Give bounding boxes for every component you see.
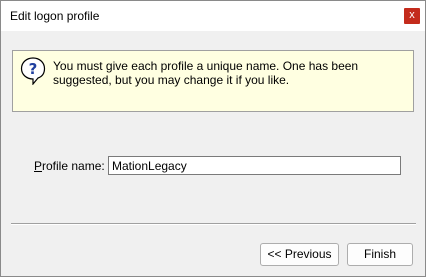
info-message: You must give each profile a unique name… (53, 59, 359, 87)
info-panel: ? You must give each profile a unique na… (12, 50, 414, 112)
title-bar: Edit logon profile x (1, 1, 425, 31)
svg-text:?: ? (29, 60, 38, 78)
profile-name-label-text: rofile name: (42, 159, 105, 173)
profile-name-label: Profile name: (34, 159, 105, 173)
profile-name-label-accesskey: P (34, 159, 43, 173)
close-icon: x (409, 9, 415, 21)
window-title: Edit logon profile (10, 9, 100, 23)
close-button[interactable]: x (404, 8, 420, 24)
previous-button[interactable]: << Previous (260, 243, 339, 266)
profile-name-input[interactable] (108, 156, 401, 175)
dialog-window: Edit logon profile x ? You must give eac… (0, 0, 426, 277)
question-icon: ? (20, 57, 46, 85)
finish-button[interactable]: Finish (347, 243, 413, 266)
separator (11, 223, 416, 225)
